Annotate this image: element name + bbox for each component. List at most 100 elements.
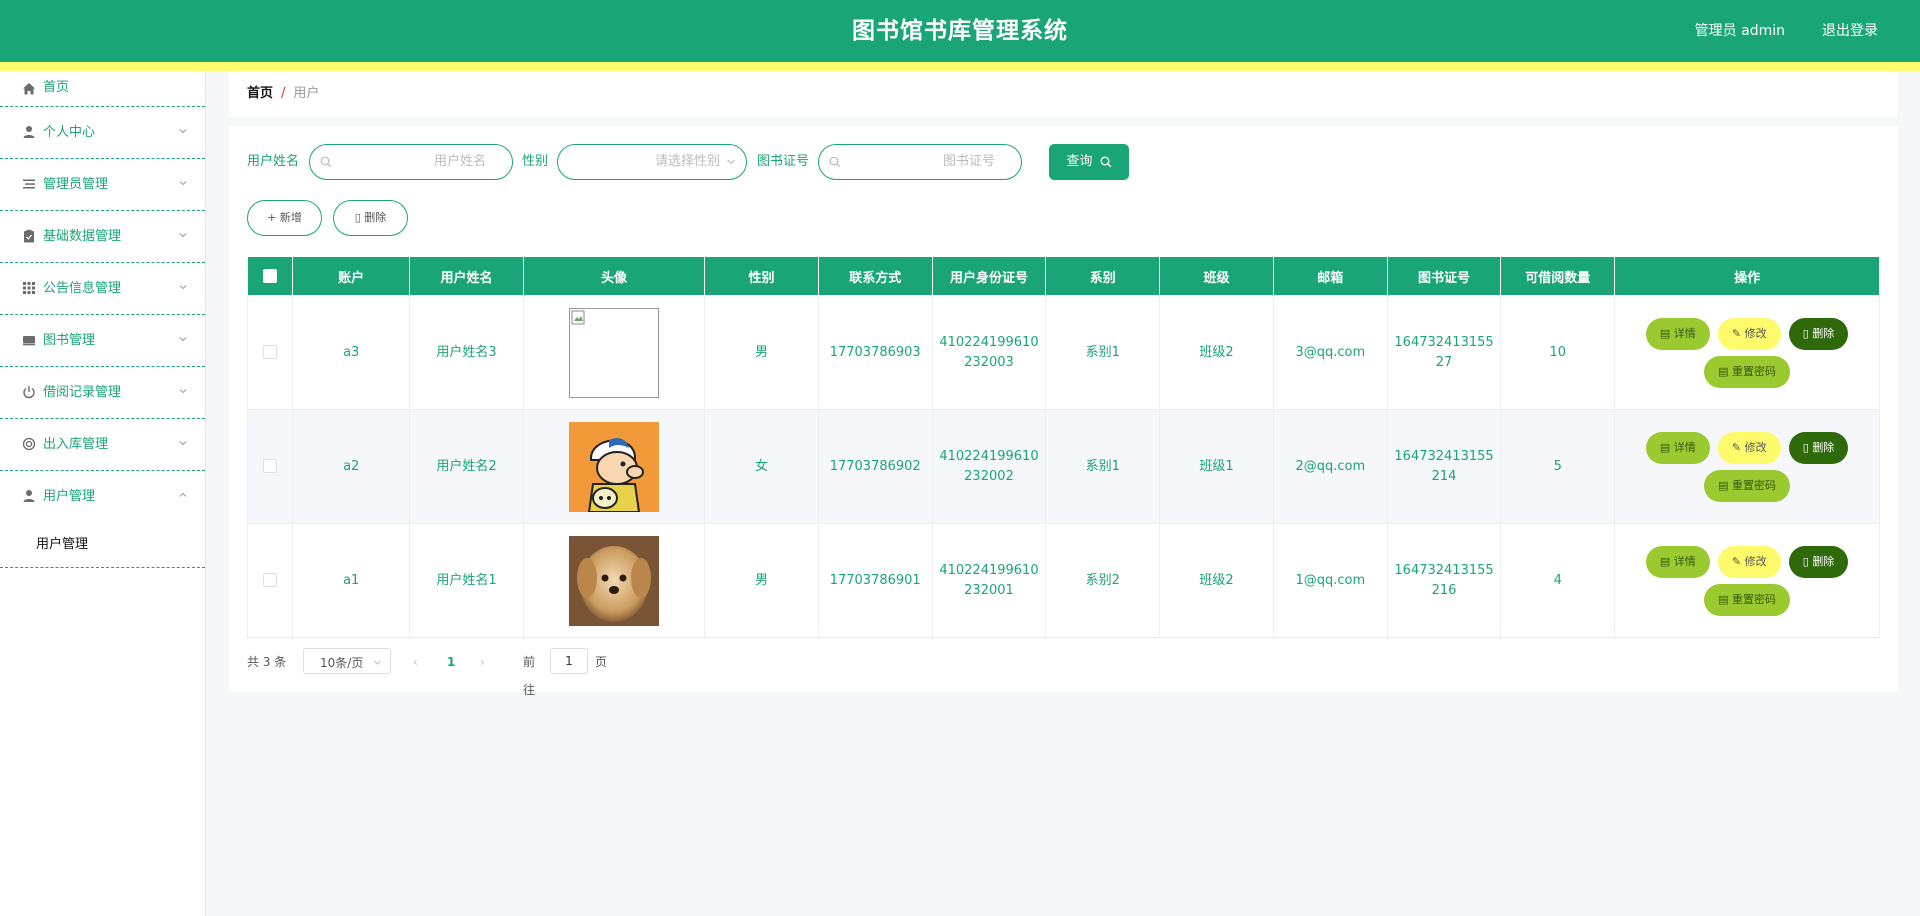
name-cell: 用户姓名2 <box>409 409 524 524</box>
book-icon <box>22 333 36 347</box>
page-size-value: 10条/页 <box>320 656 364 670</box>
page-size-select[interactable]: 10条/页 <box>303 648 391 674</box>
sidebar-item-users[interactable]: 用户管理 <box>0 471 205 522</box>
clipboard-icon <box>22 229 36 243</box>
column-header: 可借阅数量 <box>1500 256 1616 296</box>
trash-icon: ▯ <box>1802 554 1813 568</box>
card-number-part: 164732413155 <box>1394 334 1494 350</box>
column-header: 系别 <box>1045 256 1161 296</box>
total-count: 共 3 条 <box>247 655 287 669</box>
dept-cell: 系别2 <box>1045 523 1161 638</box>
column-header: 用户身份证号 <box>931 256 1047 296</box>
chevron-up-icon <box>179 491 187 499</box>
sidebar-item-books[interactable]: 图书管理 <box>0 315 205 367</box>
detail-button[interactable]: ▤ 详情 <box>1645 317 1710 350</box>
delete-button[interactable]: ▯ 删除 <box>1788 545 1849 578</box>
reset-password-button[interactable]: ▤ 重置密码 <box>1704 469 1791 502</box>
row-actions: ▤ 详情 ✎ 修改 ▯ 删除 ▤ 重置密码 <box>1637 543 1857 619</box>
row-select-cell[interactable] <box>246 523 294 638</box>
sidebar-item-personal[interactable]: 个人中心 <box>0 107 205 159</box>
phone-cell: 17703786901 <box>817 523 933 638</box>
table-row: a1 用户姓名1 男 17703786901 410224199610 2320… <box>246 523 1880 638</box>
chevron-down-icon <box>179 283 187 291</box>
logout-link[interactable]: 退出登录 <box>1822 0 1878 62</box>
gender-label: 性别 <box>522 154 549 169</box>
class-cell: 班级2 <box>1159 295 1274 410</box>
detail-label: 详情 <box>1673 440 1696 454</box>
delete-label: 删除 <box>364 211 387 224</box>
sidebar-item-admin[interactable]: 管理员管理 <box>0 159 205 211</box>
reset-password-button[interactable]: ▤ 重置密码 <box>1704 355 1791 388</box>
select-all-checkbox[interactable] <box>263 269 278 283</box>
row-checkbox[interactable] <box>263 345 278 359</box>
breadcrumb-home[interactable]: 首页 <box>247 86 273 101</box>
card-search-input[interactable]: 图书证号 <box>818 144 1022 180</box>
column-header: 性别 <box>704 256 819 296</box>
edit-button[interactable]: ✎ 修改 <box>1717 317 1781 350</box>
users-table: 账户 用户姓名 头像 性别 联系方式 用户身份证号 系别 班级 邮箱 图书证号 … <box>246 256 1880 638</box>
column-header: 图书证号 <box>1386 256 1502 296</box>
reset-password-button[interactable]: ▤ 重置密码 <box>1704 583 1791 616</box>
delete-button[interactable]: ▯ 删除 <box>1788 431 1849 464</box>
user-icon <box>22 489 36 503</box>
breadcrumb: 首页 / 用户 <box>247 71 319 117</box>
name-search-input[interactable]: 用户姓名 <box>309 144 513 180</box>
document-icon: ▤ <box>1718 592 1733 606</box>
goto-page-input[interactable]: 1 <box>550 648 588 674</box>
card-number-part: 216 <box>1431 582 1457 598</box>
trash-icon: ▯ <box>354 211 365 224</box>
phone-cell: 17703786903 <box>817 295 933 410</box>
reset-label: 重置密码 <box>1732 478 1777 492</box>
sidebar-item-home[interactable]: 首页 <box>0 71 205 107</box>
name-placeholder: 用户姓名 <box>433 154 486 169</box>
edit-button[interactable]: ✎ 修改 <box>1717 431 1781 464</box>
delete-button[interactable]: ▯ 删除 <box>1788 317 1849 350</box>
card-number-cell: 164732413155 27 <box>1386 295 1502 410</box>
home-icon <box>22 82 36 96</box>
account-cell: a2 <box>292 409 411 524</box>
gender-select[interactable]: 请选择性别 <box>557 144 747 180</box>
next-page-button[interactable]: › <box>480 648 485 676</box>
detail-button[interactable]: ▤ 详情 <box>1645 545 1710 578</box>
submenu-item-user-management[interactable]: 用户管理 <box>0 522 205 568</box>
table-header-row: 账户 用户姓名 头像 性别 联系方式 用户身份证号 系别 班级 邮箱 图书证号 … <box>246 256 1880 296</box>
card-number-part: 214 <box>1431 468 1457 484</box>
sidebar-item-notices[interactable]: 公告信息管理 <box>0 263 205 315</box>
row-select-cell[interactable] <box>246 409 294 524</box>
sidebar-item-borrow-records[interactable]: 借阅记录管理 <box>0 367 205 419</box>
row-actions: ▤ 详情 ✎ 修改 ▯ 删除 ▤ 重置密码 <box>1637 315 1857 391</box>
sidebar-item-inout[interactable]: 出入库管理 <box>0 419 205 471</box>
add-button[interactable]: + 新增 <box>247 200 322 236</box>
sidebar-item-basic-data[interactable]: 基础数据管理 <box>0 211 205 263</box>
column-header: 邮箱 <box>1272 256 1388 296</box>
select-all-cell[interactable] <box>246 256 294 296</box>
detail-button[interactable]: ▤ 详情 <box>1645 431 1710 464</box>
breadcrumb-separator: / <box>281 86 286 101</box>
delete-label: 删除 <box>1812 554 1835 568</box>
prev-page-button[interactable]: ‹ <box>413 648 418 676</box>
phone-cell: 17703786902 <box>817 409 933 524</box>
delete-label: 删除 <box>1812 326 1835 340</box>
document-icon: ▤ <box>1718 478 1733 492</box>
edit-button[interactable]: ✎ 修改 <box>1717 545 1781 578</box>
row-select-cell[interactable] <box>246 295 294 410</box>
detail-label: 详情 <box>1673 554 1696 568</box>
edit-label: 修改 <box>1744 326 1767 340</box>
card-label: 图书证号 <box>757 154 810 169</box>
row-checkbox[interactable] <box>263 459 278 473</box>
page-number[interactable]: 1 <box>447 648 455 676</box>
edit-label: 修改 <box>1744 440 1767 454</box>
chevron-down-icon <box>373 658 382 667</box>
document-icon: ▤ <box>1659 554 1674 568</box>
id-number-part: 410224199610 <box>939 334 1039 350</box>
id-number-part: 232002 <box>964 468 1014 484</box>
card-number-cell: 164732413155 214 <box>1386 409 1502 524</box>
name-cell: 用户姓名3 <box>409 295 524 410</box>
row-checkbox[interactable] <box>263 573 278 587</box>
chevron-down-icon <box>179 335 187 343</box>
power-icon <box>22 385 36 399</box>
query-button[interactable]: 查询 <box>1049 144 1129 180</box>
chevron-down-icon <box>726 157 736 167</box>
card-placeholder: 图书证号 <box>942 154 995 169</box>
batch-delete-button[interactable]: ▯ 删除 <box>333 200 408 236</box>
